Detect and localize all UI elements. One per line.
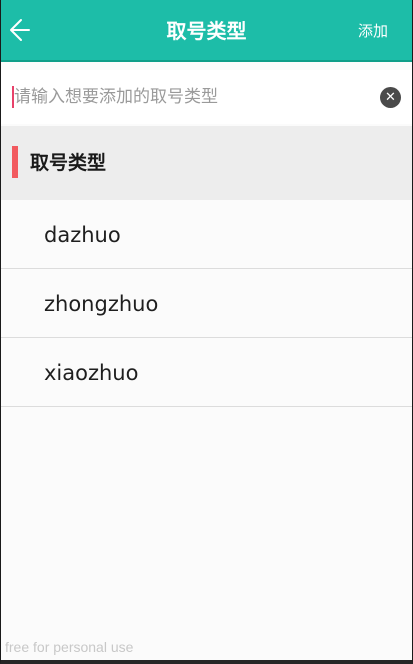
type-name-input[interactable]: [14, 80, 369, 114]
clear-icon[interactable]: ✕: [380, 87, 401, 108]
list-item[interactable]: xiaozhuo: [1, 338, 412, 407]
search-bar: [1, 70, 412, 124]
page-title: 取号类型: [166, 19, 247, 43]
add-button[interactable]: 添加: [358, 0, 388, 62]
app-screen: 取号类型 添加 ✕ 取号类型 dazhuo zhongzhuo xiaozhuo…: [0, 0, 413, 664]
arrow-left-icon: [5, 12, 39, 48]
section-accent-bar: [12, 146, 18, 178]
list-item[interactable]: zhongzhuo: [1, 269, 412, 338]
section-title: 取号类型: [30, 152, 107, 174]
list-item[interactable]: dazhuo: [1, 200, 412, 269]
app-header: 取号类型 添加: [1, 0, 412, 62]
type-list: dazhuo zhongzhuo xiaozhuo: [1, 200, 412, 407]
watermark: free for personal use: [5, 639, 134, 655]
section-header: 取号类型: [1, 126, 412, 200]
back-button[interactable]: [5, 12, 39, 48]
